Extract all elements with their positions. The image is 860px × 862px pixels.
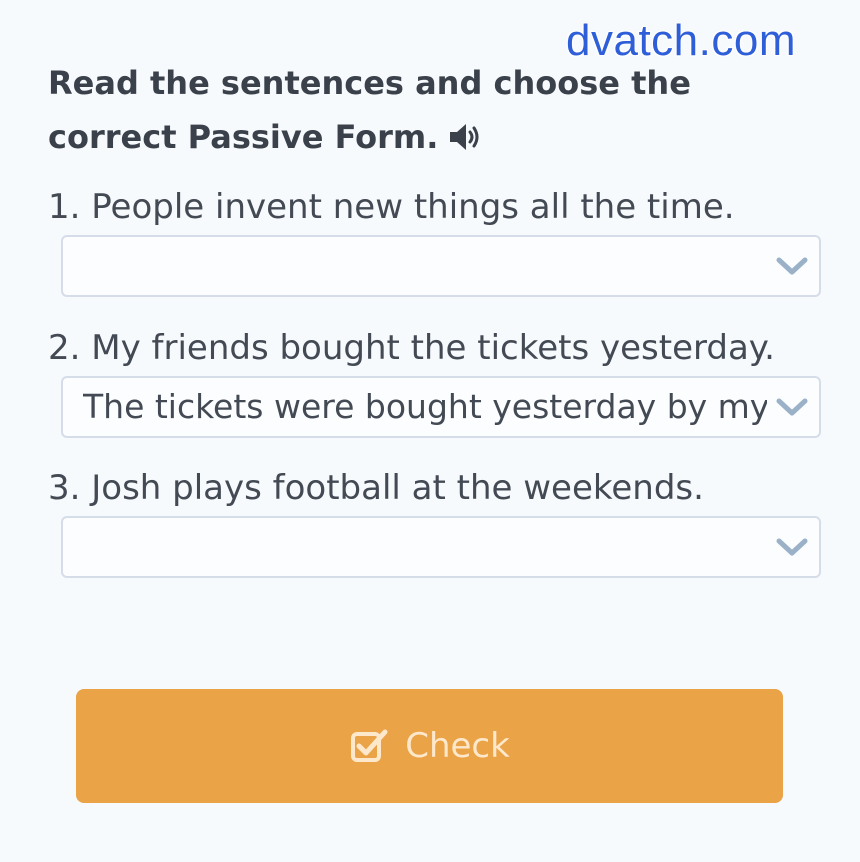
instructions-heading: Read the sentences and choose the correc… (48, 56, 748, 164)
question-1-text: 1. People invent new things all the time… (48, 187, 735, 227)
answer-select-3-value (83, 518, 767, 576)
chevron-down-icon (776, 538, 808, 556)
chevron-down-icon (776, 398, 808, 416)
speaker-icon[interactable] (448, 114, 484, 150)
instructions-title: Read the sentences and choose the correc… (48, 64, 691, 156)
answer-select-2[interactable]: The tickets were bought yesterday by my … (61, 376, 821, 438)
checkbox-check-icon (351, 729, 388, 762)
check-button[interactable]: Check (76, 689, 783, 803)
chevron-down-icon (776, 257, 808, 275)
question-2-text: 2. My friends bought the tickets yesterd… (48, 328, 775, 368)
answer-select-3[interactable] (61, 516, 821, 578)
check-button-label: Check (405, 726, 510, 766)
answer-select-2-value: The tickets were bought yesterday by my … (83, 387, 767, 426)
answer-select-1[interactable] (61, 235, 821, 297)
watermark: dvatch.com (566, 16, 796, 65)
answer-select-1-value (83, 237, 767, 295)
question-3-text: 3. Josh plays football at the weekends. (48, 468, 704, 508)
